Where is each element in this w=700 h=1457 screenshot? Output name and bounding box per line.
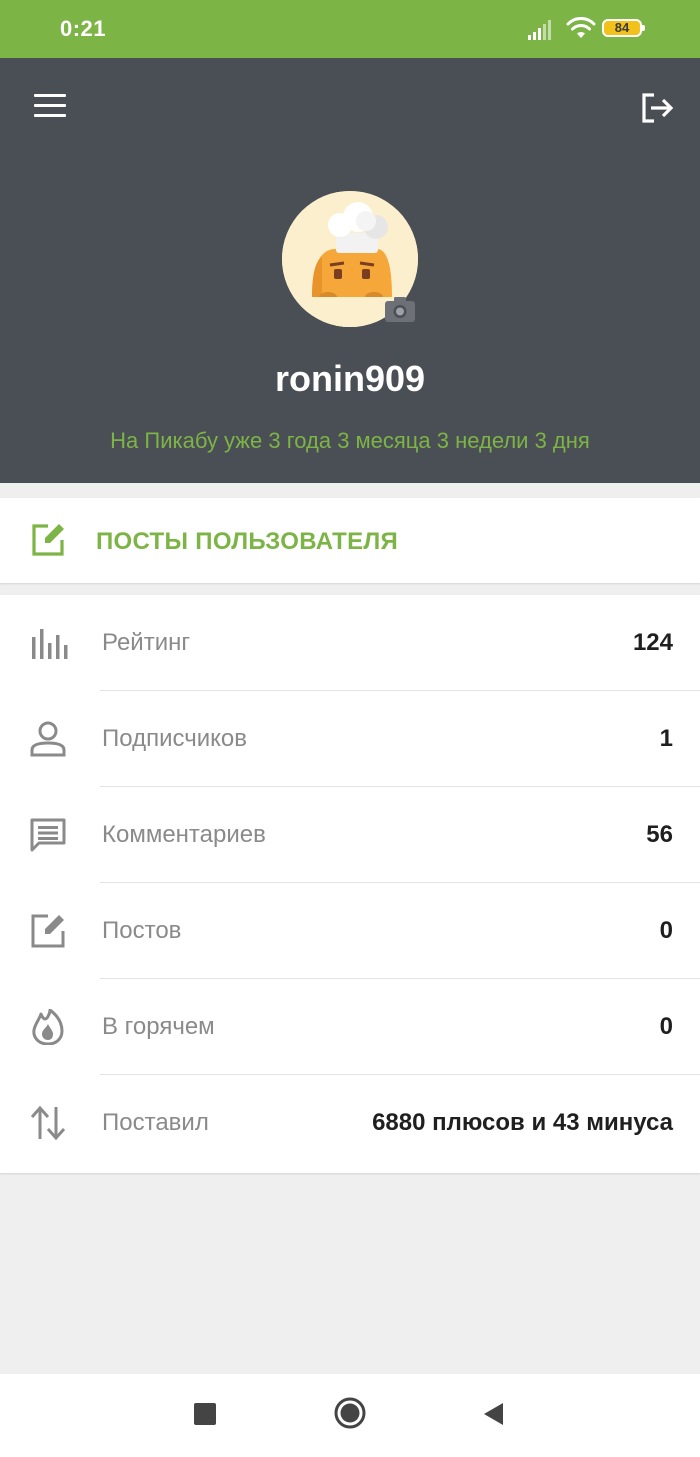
status-time: 0:21	[60, 16, 107, 41]
stat-row-votes-given: Поставил 6880 плюсов и 43 минуса	[0, 1075, 700, 1171]
battery-indicator: 84	[602, 19, 645, 37]
stat-row-posts: Постов 0	[0, 883, 700, 979]
back-icon[interactable]	[482, 1402, 504, 1426]
stat-label: Постов	[102, 917, 182, 944]
signal-icon	[528, 20, 551, 40]
up-down-arrows-icon	[30, 1105, 66, 1141]
stat-value: 56	[646, 821, 673, 848]
stat-value: 0	[659, 1013, 673, 1040]
status-bar: 0:21 84	[0, 0, 700, 58]
stat-row-subscribers: Подписчиков 1	[0, 691, 700, 787]
logout-icon[interactable]	[640, 92, 674, 124]
stat-value: 0	[659, 917, 673, 944]
stat-row-rating: Рейтинг 124	[0, 595, 700, 691]
camera-icon[interactable]	[384, 295, 416, 323]
person-icon	[30, 721, 66, 757]
recents-icon[interactable]	[194, 1403, 216, 1425]
stat-value: 6880 плюсов и 43 минуса	[372, 1109, 673, 1136]
system-nav-bar	[0, 1374, 700, 1457]
home-icon[interactable]	[334, 1397, 366, 1429]
menu-button[interactable]	[34, 94, 66, 122]
edit-icon	[31, 914, 65, 948]
user-posts-button[interactable]: ПОСТЫ ПОЛЬЗОВАТЕЛЯ	[0, 498, 700, 583]
stat-row-hot: В горячем 0	[0, 979, 700, 1075]
stat-label: Комментариев	[102, 821, 266, 848]
stat-label: Поставил	[102, 1109, 209, 1136]
stat-value: 1	[659, 725, 673, 752]
avatar[interactable]	[282, 191, 418, 327]
comment-icon	[30, 818, 66, 852]
member-since: На Пикабу уже 3 года 3 месяца 3 недели 3…	[110, 428, 590, 453]
stat-row-comments: Комментариев 56	[0, 787, 700, 883]
edit-icon	[32, 524, 64, 556]
user-posts-label: ПОСТЫ ПОЛЬЗОВАТЕЛЯ	[96, 528, 399, 555]
flame-icon	[32, 1009, 64, 1045]
stat-label: В горячем	[102, 1013, 215, 1040]
wifi-icon	[566, 17, 596, 38]
stats-card: Рейтинг 124 Подписчиков 1 Комментариев 5…	[0, 595, 700, 1173]
stat-label: Рейтинг	[102, 629, 191, 656]
stat-label: Подписчиков	[102, 725, 247, 752]
profile-header: ronin909 На Пикабу уже 3 года 3 месяца 3…	[0, 58, 700, 483]
stat-value: 124	[632, 629, 673, 656]
username: ronin909	[274, 358, 426, 399]
bar-chart-icon	[32, 629, 68, 659]
